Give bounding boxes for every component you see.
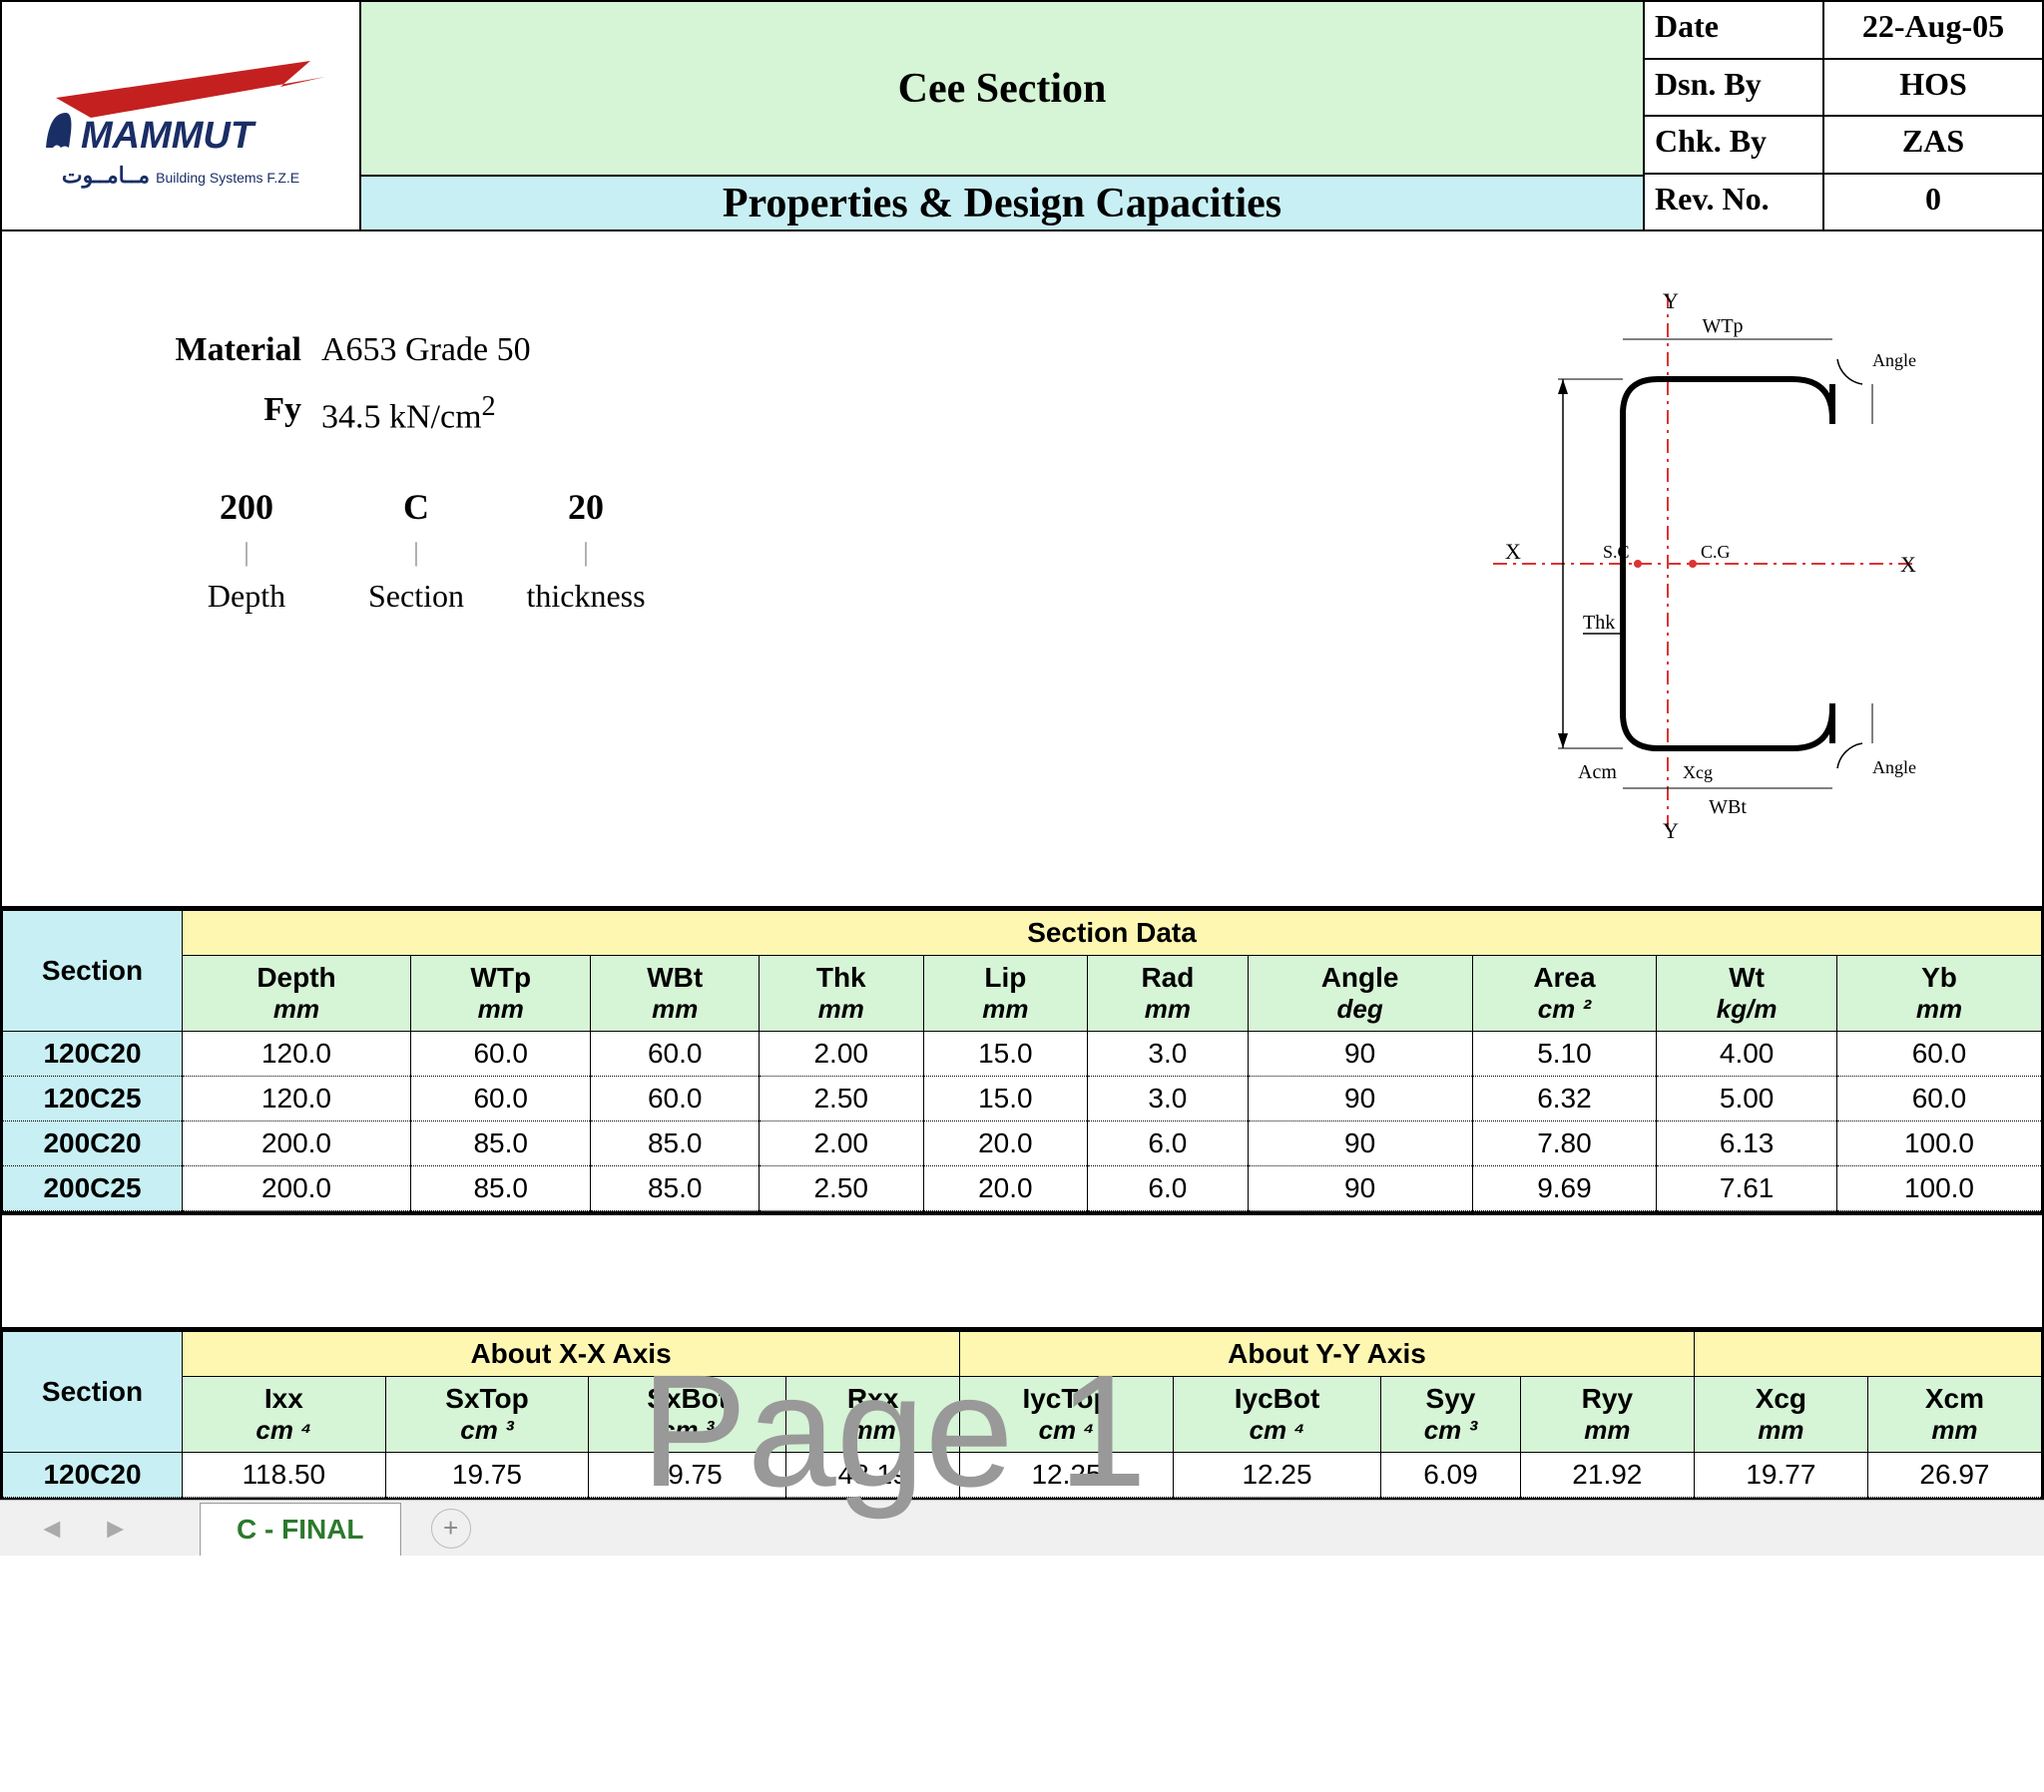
material-value: A653 Grade 50 bbox=[321, 331, 531, 369]
value-chk: ZAS bbox=[1824, 117, 2042, 173]
svg-text:Xcg: Xcg bbox=[1683, 762, 1713, 782]
material-label: Material bbox=[162, 331, 321, 369]
t2-group-xx: About X-X Axis bbox=[183, 1332, 960, 1377]
svg-text:MAMMUT: MAMMUT bbox=[81, 115, 256, 157]
value-dsn: HOS bbox=[1824, 60, 2042, 116]
t1-column-headers: Depthmm WTpmm WBtmm Thkmm Lipmm Radmm An… bbox=[3, 956, 2042, 1032]
title-sub: Properties & Design Capacities bbox=[361, 177, 1643, 231]
table-gap bbox=[2, 1211, 2042, 1331]
designation-block: 200 | Depth C | Section 20 | thickness bbox=[162, 486, 1363, 615]
label-dsn: Dsn. By bbox=[1645, 60, 1824, 116]
desig-section: C | Section bbox=[331, 486, 501, 615]
info-column: Date 22-Aug-05 Dsn. By HOS Chk. By ZAS R… bbox=[1643, 2, 2042, 231]
t2-group-extra bbox=[1694, 1332, 2041, 1377]
logo-subtitle: Building Systems F.Z.E bbox=[156, 170, 299, 186]
mammut-logo: MAMMUT bbox=[31, 43, 330, 173]
label-rev: Rev. No. bbox=[1645, 175, 1824, 230]
fy-label: Fy bbox=[162, 391, 321, 436]
add-sheet-button[interactable]: + bbox=[431, 1509, 471, 1549]
logo-arabic: مــامــوت bbox=[62, 163, 150, 188]
sheet-tab-bar: ◄ ► C - FINAL + bbox=[0, 1500, 2044, 1556]
svg-text:Acm: Acm bbox=[1578, 761, 1617, 783]
svg-text:Angle: Angle bbox=[1872, 350, 1916, 370]
t2-column-headers: Ixxcm ⁴ SxTopcm ³ SxBotcm ³ Rxxmm IycTop… bbox=[3, 1377, 2042, 1453]
svg-text:WTp: WTp bbox=[1702, 315, 1743, 337]
svg-text:Angle: Angle bbox=[1872, 757, 1916, 777]
svg-text:C.G: C.G bbox=[1701, 542, 1731, 562]
logo-cell: MAMMUT مــامــوت Building Systems F.Z.E bbox=[2, 2, 361, 231]
cee-section-diagram: WTp WBt Acm Xcg Angle Angle Thk S.C bbox=[1363, 281, 2002, 846]
svg-text:Y: Y bbox=[1663, 818, 1679, 843]
svg-text:X: X bbox=[1900, 552, 1916, 577]
table-row: 200C20 200.085.085.02.0020.06.0907.806.1… bbox=[3, 1121, 2042, 1166]
table-row: 120C20 120.060.060.02.0015.03.0905.104.0… bbox=[3, 1032, 2042, 1077]
title-column: Cee Section Properties & Design Capaciti… bbox=[361, 2, 1643, 231]
body-area: Material A653 Grade 50 Fy 34.5 kN/cm2 20… bbox=[2, 231, 2042, 910]
nav-prev-icon[interactable]: ◄ bbox=[38, 1513, 66, 1545]
material-block: Material A653 Grade 50 Fy 34.5 kN/cm2 20… bbox=[42, 281, 1363, 846]
svg-text:Thk: Thk bbox=[1583, 612, 1615, 634]
sheet-tab-active[interactable]: C - FINAL bbox=[200, 1503, 401, 1556]
label-chk: Chk. By bbox=[1645, 117, 1824, 173]
value-rev: 0 bbox=[1824, 175, 2042, 230]
plus-icon: + bbox=[443, 1513, 458, 1544]
desig-thickness: 20 | thickness bbox=[501, 486, 671, 615]
info-row-dsn: Dsn. By HOS bbox=[1645, 60, 2042, 118]
axis-properties-table: Section About X-X Axis About Y-Y Axis Ix… bbox=[2, 1331, 2042, 1498]
nav-next-icon[interactable]: ► bbox=[102, 1513, 130, 1545]
svg-text:X: X bbox=[1505, 539, 1521, 564]
label-date: Date bbox=[1645, 2, 1824, 58]
svg-text:S.C: S.C bbox=[1603, 542, 1630, 562]
title-main: Cee Section bbox=[361, 2, 1643, 177]
t2-section-header: Section bbox=[3, 1332, 183, 1453]
desig-depth: 200 | Depth bbox=[162, 486, 331, 615]
tab-nav-arrows: ◄ ► bbox=[0, 1513, 200, 1545]
value-date: 22-Aug-05 bbox=[1824, 2, 2042, 58]
svg-text:Y: Y bbox=[1663, 288, 1679, 313]
info-row-rev: Rev. No. 0 bbox=[1645, 175, 2042, 232]
t1-section-header: Section bbox=[3, 911, 183, 1032]
spreadsheet-page: MAMMUT مــامــوت Building Systems F.Z.E … bbox=[0, 0, 2044, 1500]
header-row: MAMMUT مــامــوت Building Systems F.Z.E … bbox=[2, 2, 2042, 231]
table-row: 120C20 118.5019.7519.7548.1912.2512.256.… bbox=[3, 1453, 2042, 1498]
t1-group-header: Section Data bbox=[183, 911, 2042, 956]
t2-group-yy: About Y-Y Axis bbox=[960, 1332, 1695, 1377]
info-row-chk: Chk. By ZAS bbox=[1645, 117, 2042, 175]
info-row-date: Date 22-Aug-05 bbox=[1645, 2, 2042, 60]
table-row: 120C25 120.060.060.02.5015.03.0906.325.0… bbox=[3, 1077, 2042, 1121]
svg-text:WBt: WBt bbox=[1709, 796, 1747, 818]
fy-value: 34.5 kN/cm2 bbox=[321, 391, 496, 436]
section-data-table: Section Section Data Depthmm WTpmm WBtmm… bbox=[2, 910, 2042, 1211]
table-row: 200C25 200.085.085.02.5020.06.0909.697.6… bbox=[3, 1166, 2042, 1211]
